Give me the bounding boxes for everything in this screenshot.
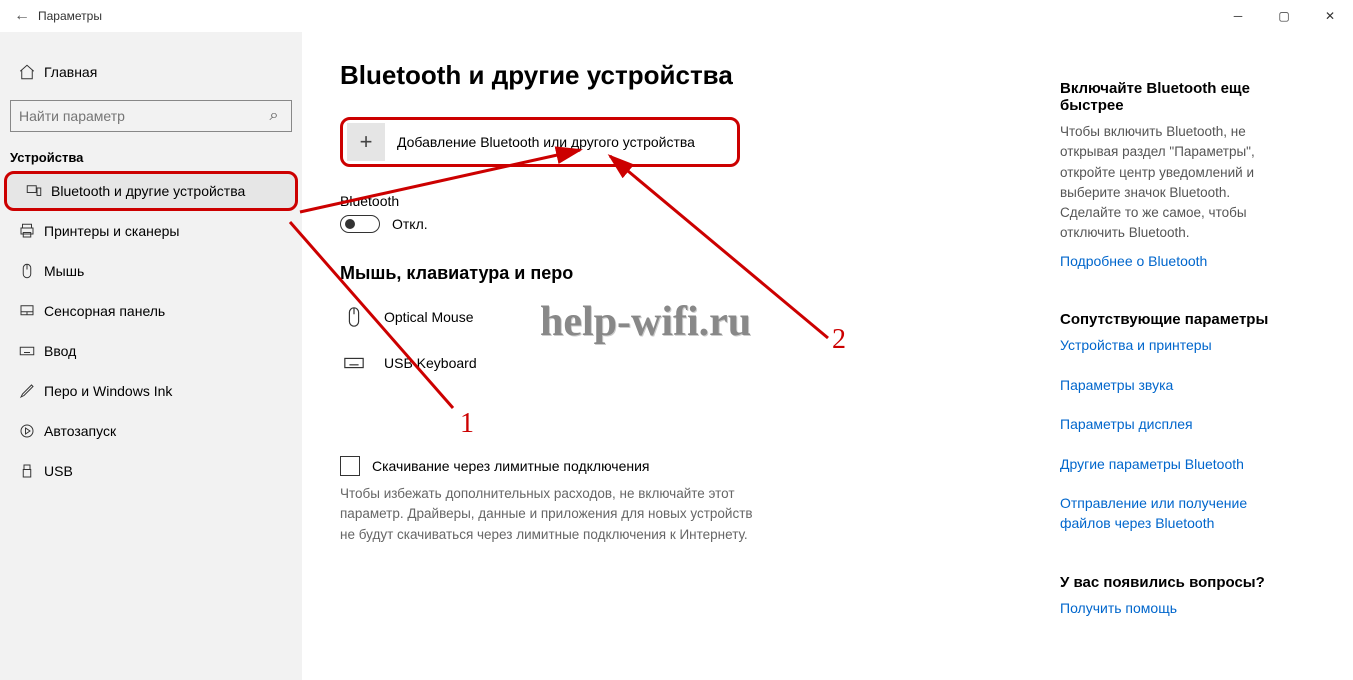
- mouse-icon: [340, 306, 368, 328]
- related-link[interactable]: Устройства и принтеры: [1060, 336, 1290, 356]
- sidebar-item-mouse[interactable]: Мышь: [0, 251, 302, 291]
- tip-title: Включайте Bluetooth еще быстрее: [1060, 80, 1290, 114]
- sidebar-item-touchpad[interactable]: Сенсорная панель: [0, 291, 302, 331]
- bluetooth-label: Bluetooth: [340, 193, 1060, 209]
- minimize-button[interactable]: ─: [1215, 0, 1261, 32]
- pen-icon: [18, 382, 44, 400]
- related-link[interactable]: Параметры звука: [1060, 376, 1290, 396]
- related-title: Сопутствующие параметры: [1060, 311, 1290, 328]
- bluetooth-state: Откл.: [392, 216, 428, 232]
- sidebar-item-pen[interactable]: Перо и Windows Ink: [0, 371, 302, 411]
- metered-checkbox[interactable]: [340, 456, 360, 476]
- sidebar-home-label: Главная: [44, 64, 97, 80]
- tip-text: Чтобы включить Bluetooth, не открывая ра…: [1060, 122, 1290, 244]
- bluetooth-toggle[interactable]: [340, 215, 380, 233]
- sidebar-item-usb[interactable]: USB: [0, 451, 302, 491]
- sidebar-item-label: Принтеры и сканеры: [44, 223, 179, 239]
- add-device-button[interactable]: + Добавление Bluetooth или другого устро…: [340, 117, 740, 167]
- sidebar-item-label: Перо и Windows Ink: [44, 383, 172, 399]
- printer-icon: [18, 222, 44, 240]
- sidebar-item-typing[interactable]: Ввод: [0, 331, 302, 371]
- close-button[interactable]: ✕: [1307, 0, 1353, 32]
- device-group-title: Мышь, клавиатура и перо: [340, 263, 1060, 284]
- maximize-button[interactable]: ▢: [1261, 0, 1307, 32]
- sidebar-item-label: USB: [44, 463, 73, 479]
- metered-label: Скачивание через лимитные подключения: [372, 458, 649, 474]
- sidebar-item-printers[interactable]: Принтеры и сканеры: [0, 211, 302, 251]
- related-link[interactable]: Отправление или получение файлов через B…: [1060, 494, 1290, 533]
- help-link[interactable]: Получить помощь: [1060, 599, 1290, 619]
- sidebar-item-label: Bluetooth и другие устройства: [51, 183, 245, 199]
- devices-icon: [25, 182, 51, 200]
- window-title: Параметры: [38, 9, 102, 23]
- page-title: Bluetooth и другие устройства: [340, 60, 1060, 91]
- help-title: У вас появились вопросы?: [1060, 574, 1290, 591]
- autoplay-icon: [18, 422, 44, 440]
- search-box[interactable]: ⌕: [10, 100, 292, 132]
- search-input[interactable]: [19, 108, 265, 124]
- sidebar-item-autoplay[interactable]: Автозапуск: [0, 411, 302, 451]
- add-device-label: Добавление Bluetooth или другого устройс…: [397, 134, 695, 150]
- device-name: Optical Mouse: [384, 309, 473, 325]
- sidebar-category: Устройства: [0, 150, 302, 171]
- tip-link[interactable]: Подробнее о Bluetooth: [1060, 252, 1290, 272]
- sidebar-item-label: Ввод: [44, 343, 76, 359]
- touchpad-icon: [18, 302, 44, 320]
- device-row[interactable]: Optical Mouse: [340, 294, 1060, 340]
- metered-help: Чтобы избежать дополнительных расходов, …: [340, 484, 760, 545]
- home-icon: [18, 63, 44, 81]
- mouse-icon: [18, 262, 44, 280]
- sidebar-home[interactable]: Главная: [0, 52, 302, 92]
- usb-icon: [18, 462, 44, 480]
- keyboard-icon: [18, 342, 44, 360]
- keyboard-icon: [340, 352, 368, 374]
- sidebar-item-label: Сенсорная панель: [44, 303, 165, 319]
- sidebar-item-label: Автозапуск: [44, 423, 116, 439]
- search-icon: ⌕: [265, 107, 283, 125]
- device-name: USB Keyboard: [384, 355, 477, 371]
- plus-icon: +: [347, 123, 385, 161]
- sidebar-item-bluetooth[interactable]: Bluetooth и другие устройства: [4, 171, 298, 211]
- device-row[interactable]: USB Keyboard: [340, 340, 1060, 386]
- sidebar-item-label: Мышь: [44, 263, 84, 279]
- back-button[interactable]: ←: [14, 7, 38, 25]
- related-link[interactable]: Другие параметры Bluetooth: [1060, 455, 1290, 475]
- related-link[interactable]: Параметры дисплея: [1060, 415, 1290, 435]
